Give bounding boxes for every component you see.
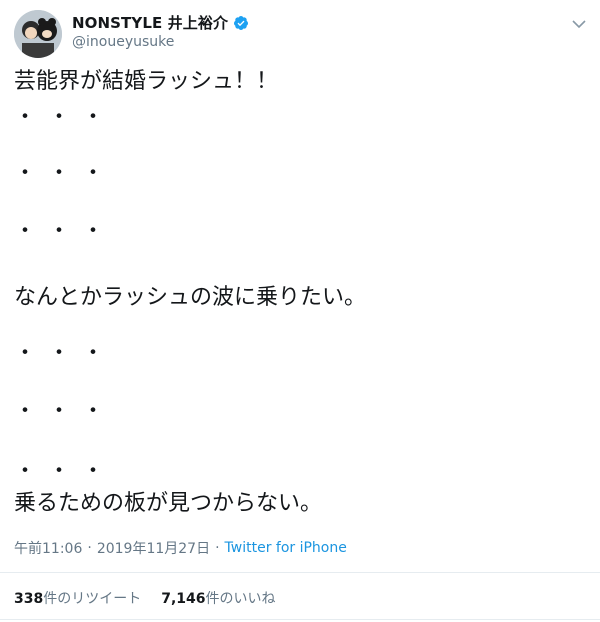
tweet-dots-line: ・・・ <box>14 399 117 424</box>
tweet-dots-line: ・・・ <box>14 161 117 186</box>
retweet-stat[interactable]: 338件のリツイート <box>14 588 141 608</box>
display-name[interactable]: NONSTYLE 井上裕介 <box>72 12 228 33</box>
tweet-time[interactable]: 午前11:06 <box>14 538 82 558</box>
avatar[interactable] <box>14 10 62 58</box>
verified-badge-icon <box>233 15 249 31</box>
meta-separator: · <box>215 540 220 556</box>
retweet-label: 件のリツイート <box>43 591 142 607</box>
divider <box>0 619 600 620</box>
divider <box>0 572 600 573</box>
tweet-source-link[interactable]: Twitter for iPhone <box>225 540 347 556</box>
like-label: 件のいいね <box>205 591 276 607</box>
tweet-text-line: 芸能界が結婚ラッシュ！！ <box>14 69 279 94</box>
tweet-meta: 午前11:06 · 2019年11月27日 · Twitter for iPho… <box>14 538 347 558</box>
user-name-row[interactable]: NONSTYLE 井上裕介 <box>72 12 249 33</box>
meta-separator: · <box>87 540 92 556</box>
tweet-dots-line: ・・・ <box>14 341 117 366</box>
tweet-stats: 338件のリツイート 7,146件のいいね <box>14 588 296 608</box>
like-count: 7,146 <box>161 591 206 607</box>
tweet-text-line: 乗るための板が見つからない。 <box>14 491 323 516</box>
tweet-text-line: なんとかラッシュの波に乗りたい。 <box>14 285 367 310</box>
user-handle[interactable]: @inoueyusuke <box>72 34 174 50</box>
retweet-count: 338 <box>14 591 44 607</box>
like-stat[interactable]: 7,146件のいいね <box>161 588 275 608</box>
chevron-down-icon[interactable] <box>572 14 586 29</box>
avatar-image <box>14 10 62 58</box>
tweet-date[interactable]: 2019年11月27日 <box>97 538 210 558</box>
tweet-dots-line: ・・・ <box>14 105 117 130</box>
tweet-dots-line: ・・・ <box>14 459 117 484</box>
tweet-dots-line: ・・・ <box>14 219 117 244</box>
